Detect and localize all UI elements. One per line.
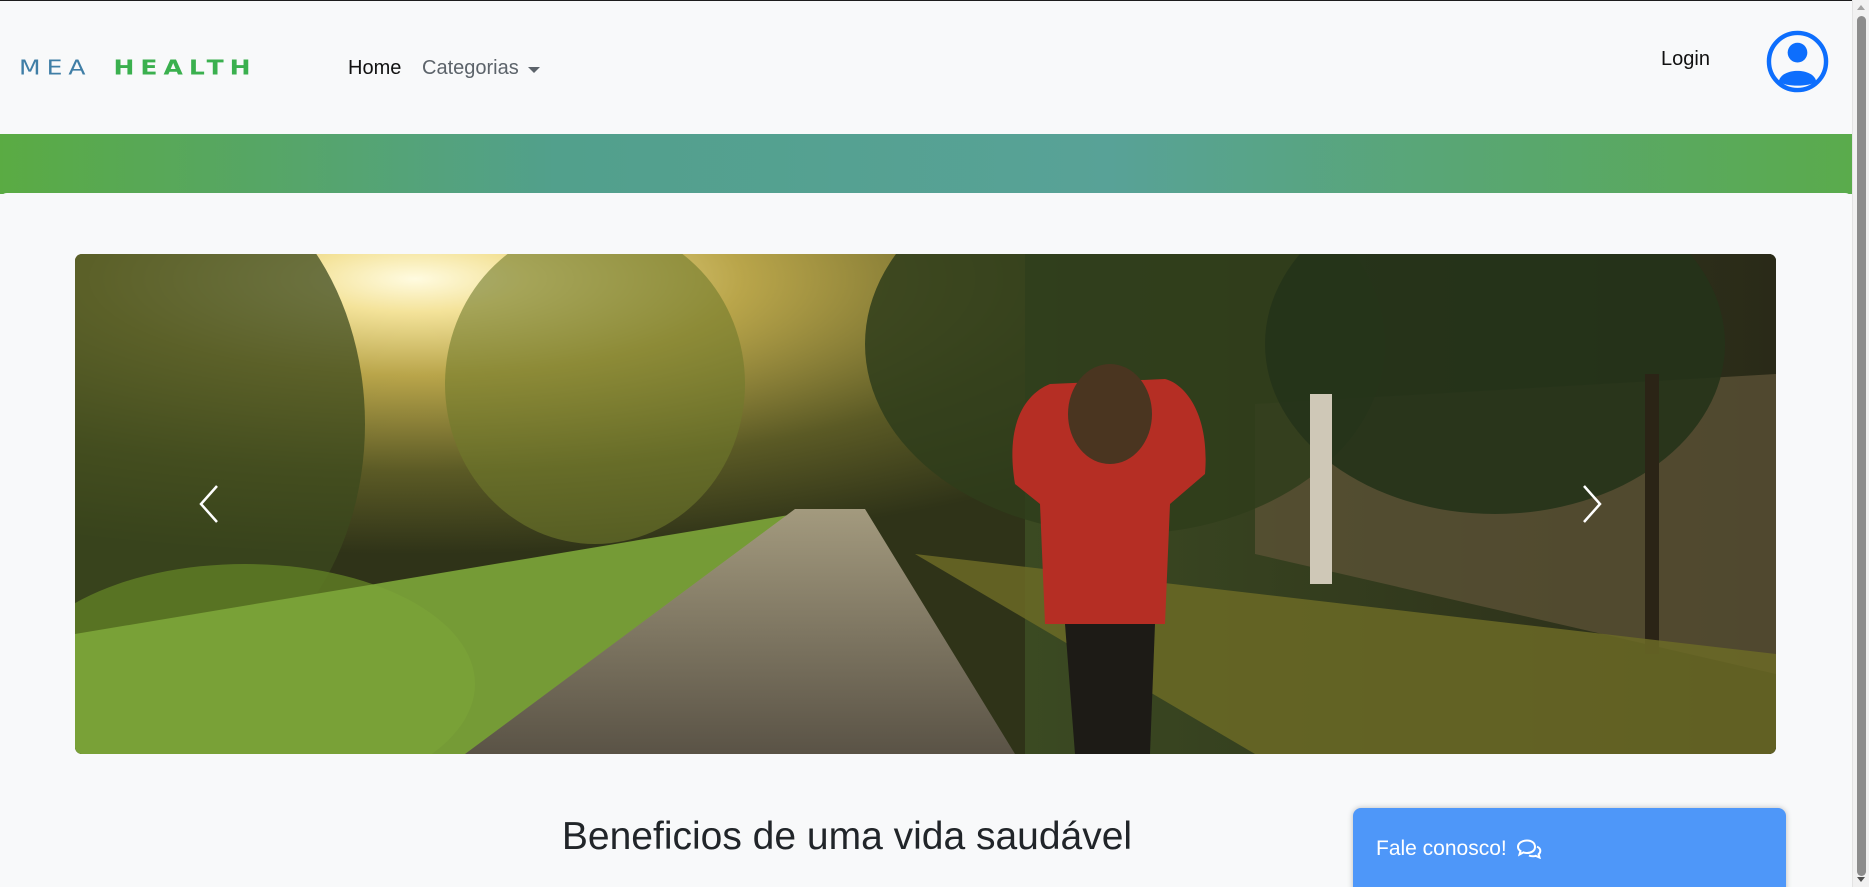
- login-link[interactable]: Login: [1661, 48, 1710, 71]
- chat-bubbles-icon: [1516, 839, 1542, 859]
- page-scrollbar[interactable]: [1852, 0, 1869, 887]
- chat-widget-label: Fale conosco!: [1376, 837, 1507, 860]
- nav-dropdown-categorias[interactable]: Categorias: [422, 57, 540, 80]
- chat-widget-button[interactable]: Fale conosco!: [1353, 808, 1786, 887]
- scroll-down-arrow-icon[interactable]: [1857, 877, 1865, 882]
- scroll-up-arrow-icon[interactable]: [1857, 5, 1865, 10]
- scrollbar-thumb[interactable]: [1857, 16, 1866, 876]
- chevron-right-icon: [1583, 485, 1602, 523]
- brand-logo-mea: MEA: [19, 55, 92, 80]
- carousel-prev-button[interactable]: [120, 254, 300, 754]
- caret-down-icon: [527, 66, 540, 73]
- hero-carousel: [75, 254, 1776, 754]
- brand-logo-health: HEALTH: [113, 55, 257, 80]
- header-banner-band: [0, 134, 1852, 194]
- section-title-text: Beneficios de uma vida saudável: [561, 815, 1133, 858]
- brand-logo[interactable]: MEA HEALTH: [19, 56, 257, 80]
- carousel-next-button[interactable]: [1406, 254, 1776, 754]
- user-circle-icon[interactable]: [1766, 30, 1829, 93]
- chevron-left-icon: [199, 485, 218, 523]
- nav-link-home[interactable]: Home: [348, 57, 401, 80]
- navbar: MEA HEALTH Home Categorias Login: [0, 0, 1852, 134]
- nav-dropdown-categorias-label: Categorias: [422, 57, 519, 79]
